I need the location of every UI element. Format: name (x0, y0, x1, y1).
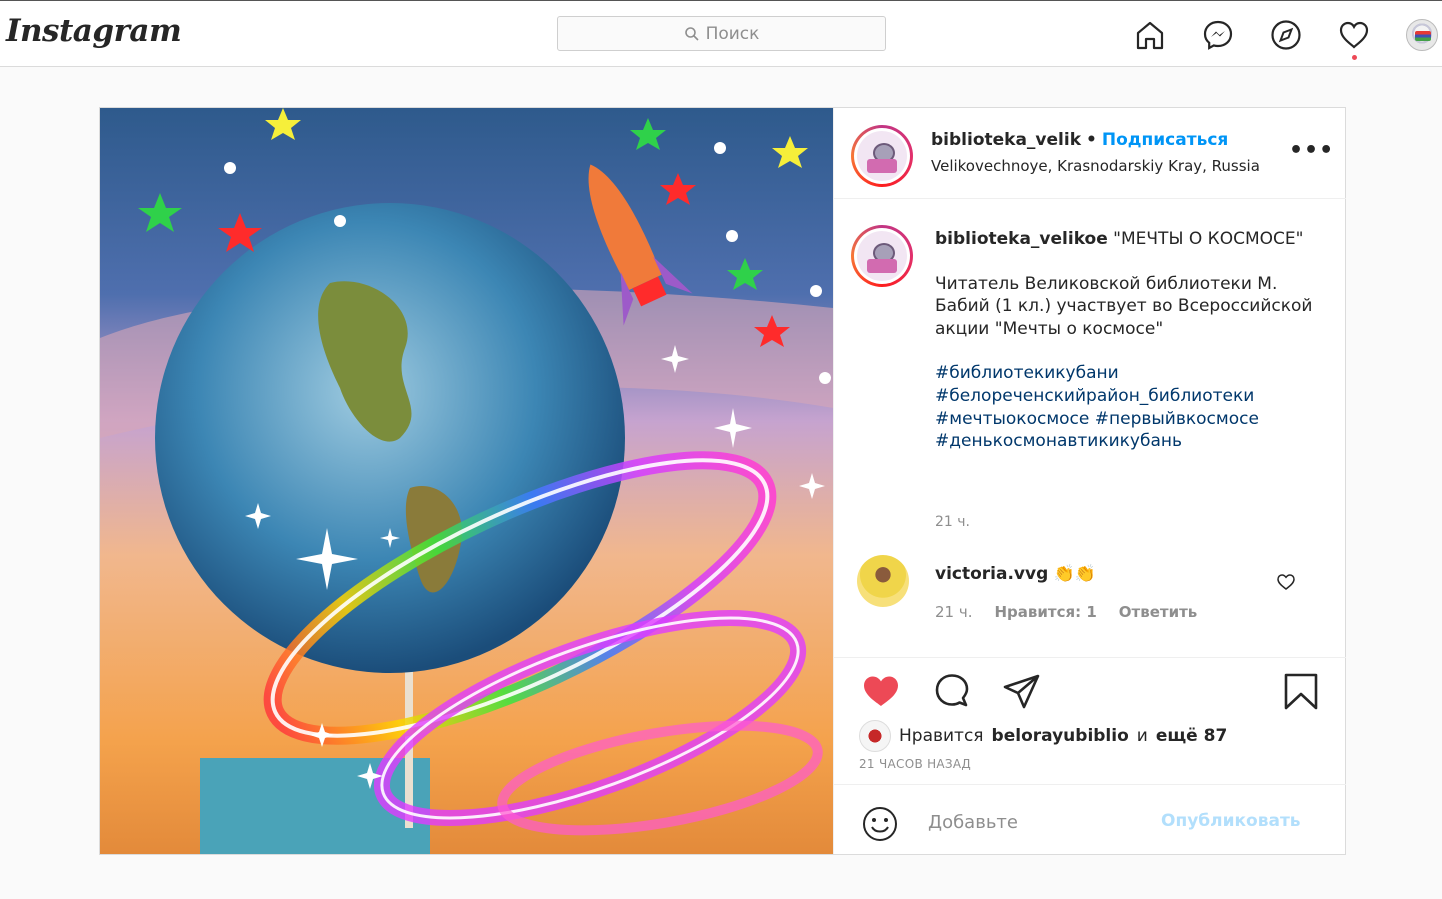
avatar (1406, 19, 1438, 51)
likes-summary: Нравится belorayubiblio и ещё 87 (859, 720, 1227, 752)
author-avatar[interactable] (851, 125, 913, 187)
instagram-logo[interactable]: Instagram (6, 13, 182, 49)
hashtag[interactable]: #мечтыокосмосе #первыйвкосмосе (935, 408, 1325, 431)
activity-button[interactable] (1334, 15, 1374, 60)
owl-avatar-image (857, 131, 907, 181)
hashtag[interactable]: #денькосмонавтикикубань (935, 430, 1325, 453)
commenter-username[interactable]: victoria.vvg (935, 564, 1048, 584)
post-image[interactable] (100, 108, 833, 854)
heart-filled-icon (864, 676, 898, 706)
comment: victoria.vvg 👏👏 (935, 564, 1096, 584)
follow-button[interactable]: Подписаться (1102, 130, 1228, 150)
caption-username[interactable]: biblioteka_velikoe (935, 229, 1108, 249)
caption-title: "МЕЧТЫ О КОСМОСЕ" (1113, 229, 1304, 249)
post-sidebar: biblioteka_velik • Подписаться Velikovechn… (833, 108, 1346, 854)
profile-button[interactable] (1402, 15, 1442, 55)
heart-icon (1339, 21, 1369, 49)
caption-time[interactable]: 21 ч. (935, 514, 970, 530)
caption-body: Читатель Великовской библиотеки М. Бабий… (935, 273, 1313, 339)
save-button[interactable] (1281, 672, 1321, 712)
post-actions (834, 657, 1346, 719)
caption-hashtags: #библиотекикубани #белореченскийрайон_би… (935, 362, 1325, 452)
emoji-icon[interactable] (861, 805, 899, 843)
direct-messages-button[interactable] (1198, 15, 1238, 55)
explore-button[interactable] (1266, 15, 1306, 55)
comment-meta: 21 ч. Нравится: 1 Ответить (935, 603, 1219, 621)
author-username[interactable]: biblioteka_velik (931, 130, 1081, 150)
reply-button[interactable]: Ответить (1119, 603, 1198, 621)
home-button[interactable] (1130, 15, 1170, 55)
comment-like-icon[interactable] (1276, 572, 1296, 592)
comments-section[interactable]: biblioteka_velikoe "МЕЧТЫ О КОСМОСЕ" Чит… (834, 200, 1346, 656)
comment-likes[interactable]: Нравится: 1 (995, 603, 1097, 621)
bookmark-icon (1284, 673, 1318, 710)
post-header: biblioteka_velik • Подписаться Velikovechn… (834, 108, 1346, 199)
post-caption: biblioteka_velikoe "МЕЧТЫ О КОСМОСЕ" Чит… (935, 228, 1325, 453)
likes-count[interactable]: ещё 87 (1156, 726, 1227, 746)
comment-button[interactable] (932, 672, 972, 712)
caption-avatar[interactable] (851, 225, 913, 287)
search-icon (684, 26, 699, 41)
search-box[interactable]: Поиск (557, 16, 886, 51)
comment-text: 👏👏 (1053, 564, 1097, 584)
liker-avatar[interactable] (859, 720, 891, 752)
share-button[interactable] (1002, 672, 1042, 712)
post-card: biblioteka_velik • Подписаться Velikovechn… (99, 107, 1346, 855)
post-author: biblioteka_velik • Подписаться (931, 130, 1228, 150)
home-icon (1136, 21, 1164, 50)
comment-time[interactable]: 21 ч. (935, 603, 973, 621)
owl-avatar-image (857, 231, 907, 281)
liker-username[interactable]: belorayubiblio (992, 726, 1129, 746)
explore-icon (1271, 20, 1301, 50)
post-location[interactable]: Velikovechnoye, Krasnodarskiy Kray, Russ… (931, 157, 1260, 175)
post-timestamp[interactable]: 21 ЧАСОВ НАЗАД (859, 757, 971, 771)
hashtag[interactable]: #библиотекикубани (935, 362, 1325, 385)
messenger-icon (1203, 20, 1233, 50)
comment-input[interactable] (928, 807, 1148, 837)
notification-dot (1352, 55, 1357, 60)
hashtag[interactable]: #белореченскийрайон_библиотеки (935, 385, 1325, 408)
likes-prefix: Нравится (899, 726, 984, 746)
space-globe-photo (100, 108, 833, 854)
next-comment-partial (935, 645, 1235, 656)
search-placeholder: Поиск (705, 23, 760, 44)
more-options-button[interactable]: ••• (1289, 138, 1334, 163)
likes-connector: и (1136, 726, 1148, 746)
top-navigation-bar: Instagram Поиск (0, 0, 1442, 67)
caption-heading: biblioteka_velikoe "МЕЧТЫ О КОСМОСЕ" (935, 228, 1325, 251)
add-comment-bar: Опубликовать (834, 784, 1346, 854)
paper-plane-icon (1003, 674, 1040, 709)
commenter-avatar[interactable] (857, 555, 909, 607)
publish-button[interactable]: Опубликовать (1161, 811, 1301, 831)
like-button[interactable] (861, 672, 901, 712)
comment-icon (935, 674, 969, 707)
separator-dot: • (1086, 130, 1097, 150)
